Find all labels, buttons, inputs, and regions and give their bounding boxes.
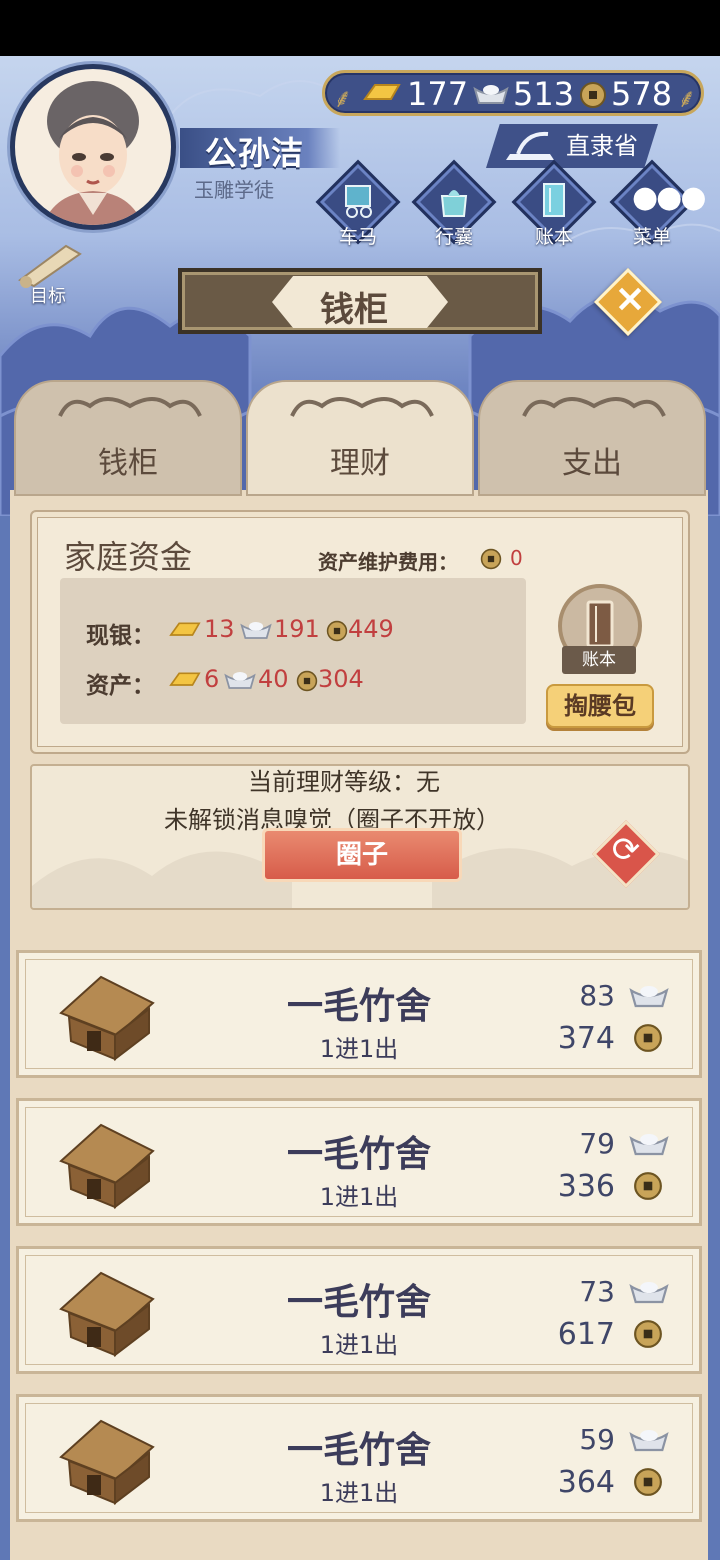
- coin-icon: [634, 1320, 662, 1348]
- cash-silver: 191: [274, 615, 320, 643]
- bamboo-hut-icon: [59, 1419, 155, 1506]
- property-layout: 1进1出: [319, 1035, 399, 1063]
- location-label: 直隶省: [566, 132, 638, 160]
- finance-level-text: 当前理财等级：无: [248, 768, 440, 796]
- ledger-label[interactable]: 账本: [562, 646, 636, 674]
- silver-ingot-icon: [240, 622, 272, 639]
- bamboo-hut-icon: [59, 1123, 155, 1210]
- property-silver: 59: [579, 1423, 615, 1456]
- property-name: 一毛竹舍: [286, 986, 431, 1027]
- more-dots-icon: ●●●: [632, 180, 707, 215]
- property-row[interactable]: 一毛竹舍 1进1出 73 617: [16, 1246, 702, 1374]
- property-coin: 336: [557, 1169, 615, 1204]
- tab-label: 支出: [562, 446, 622, 481]
- cloud-ornament-icon: [290, 397, 434, 417]
- gold-ingot-icon: [169, 672, 201, 686]
- family-funds-title: 家庭资金: [64, 538, 193, 576]
- property-coin: 364: [557, 1465, 615, 1500]
- silver-amount: 513: [513, 75, 575, 113]
- nav-ledger-button[interactable]: 账本: [511, 159, 597, 258]
- status-bar: [0, 0, 720, 56]
- close-icon[interactable]: ×: [610, 276, 650, 320]
- assets-coin: 304: [318, 665, 364, 693]
- coin-icon: [634, 1468, 662, 1496]
- property-row[interactable]: 一毛竹舍 1进1出 83 374: [16, 950, 702, 1078]
- gold-ingot-icon: [363, 84, 401, 100]
- property-name: 一毛竹舍: [286, 1134, 431, 1175]
- silver-ingot-icon: [224, 672, 256, 689]
- ledger-book-icon: [586, 600, 614, 648]
- refresh-icon[interactable]: ⟳: [606, 830, 646, 870]
- silver-ingot-icon: [629, 986, 669, 1008]
- nav-label: 行囊: [434, 226, 473, 248]
- nav-carriage-button[interactable]: 车马: [315, 159, 401, 258]
- player-title: 玉雕学徒: [194, 178, 274, 202]
- bag-icon: [440, 190, 468, 217]
- pay-from-pocket-button[interactable]: 掏腰包: [546, 684, 654, 728]
- silver-ingot-icon: [629, 1430, 669, 1452]
- coin-icon: [634, 1172, 662, 1200]
- tab-finance[interactable]: 理财: [246, 380, 474, 496]
- coin-icon: [296, 670, 318, 692]
- page-title: 钱柜: [320, 290, 388, 330]
- gold-amount: 177: [407, 75, 469, 113]
- property-layout: 1进1出: [319, 1479, 399, 1507]
- silver-ingot-icon: [629, 1282, 669, 1304]
- player-name: 公孙洁: [205, 134, 305, 172]
- nav-menu-button[interactable]: ●●● 菜单: [609, 159, 707, 258]
- cash-gold: 13: [204, 615, 235, 643]
- property-row[interactable]: 一毛竹舍 1进1出 79 336: [16, 1098, 702, 1226]
- coin-icon: [480, 548, 502, 570]
- cloud-ornament-icon: [522, 397, 666, 417]
- property-layout: 1进1出: [319, 1331, 399, 1359]
- coin-icon: [634, 1024, 662, 1052]
- money-box: [60, 578, 526, 724]
- tab-expense[interactable]: 支出: [478, 380, 706, 496]
- property-coin: 374: [557, 1021, 615, 1056]
- coin-icon: [326, 620, 348, 642]
- coin-amount: 578: [611, 75, 673, 113]
- ledger-book-icon: [543, 183, 565, 217]
- currency-bar: 177 513 578 ⸙ ⸙: [322, 70, 704, 116]
- bamboo-right-icon: ⸙: [677, 84, 697, 114]
- property-coin: 617: [557, 1317, 615, 1352]
- bamboo-left-icon: ⸙: [333, 84, 353, 114]
- player-avatar[interactable]: [10, 64, 176, 230]
- property-layout: 1进1出: [319, 1183, 399, 1211]
- property-row[interactable]: 一毛竹舍 1进1出 59 364: [16, 1394, 702, 1522]
- tab-treasury[interactable]: 钱柜: [14, 380, 242, 496]
- gold-ingot-icon: [169, 622, 201, 636]
- tab-label: 理财: [330, 446, 390, 481]
- bamboo-hut-icon: [59, 1271, 155, 1358]
- nav-label: 车马: [338, 226, 377, 248]
- property-silver: 73: [579, 1275, 615, 1308]
- assets-gold: 6: [204, 665, 220, 693]
- circle-button[interactable]: 圈子: [262, 828, 462, 882]
- goal-label[interactable]: 目标: [30, 282, 66, 308]
- maintenance-label: 资产维护费用：: [318, 550, 458, 574]
- cloud-ornament-icon: [58, 397, 202, 417]
- nav-label: 账本: [534, 226, 573, 248]
- silver-ingot-icon: [473, 85, 509, 104]
- tab-label: 钱柜: [98, 446, 158, 481]
- coin-icon: [580, 82, 606, 108]
- carriage-cart-icon: [345, 185, 372, 218]
- property-name: 一毛竹舍: [286, 1282, 431, 1323]
- nav-label: 菜单: [632, 226, 671, 248]
- assets-silver: 40: [258, 665, 289, 693]
- cash-coin: 449: [348, 615, 394, 643]
- nav-bag-button[interactable]: 行囊: [411, 159, 497, 258]
- property-name: 一毛竹舍: [286, 1430, 431, 1471]
- assets-label: 资产：: [86, 673, 155, 699]
- property-silver: 83: [579, 979, 615, 1012]
- bamboo-hut-icon: [59, 975, 155, 1062]
- cash-label: 现银：: [86, 623, 155, 649]
- silver-ingot-icon: [629, 1134, 669, 1156]
- scroll-goal-icon[interactable]: [14, 240, 86, 288]
- maintenance-value: 0: [510, 546, 523, 570]
- property-silver: 79: [579, 1127, 615, 1160]
